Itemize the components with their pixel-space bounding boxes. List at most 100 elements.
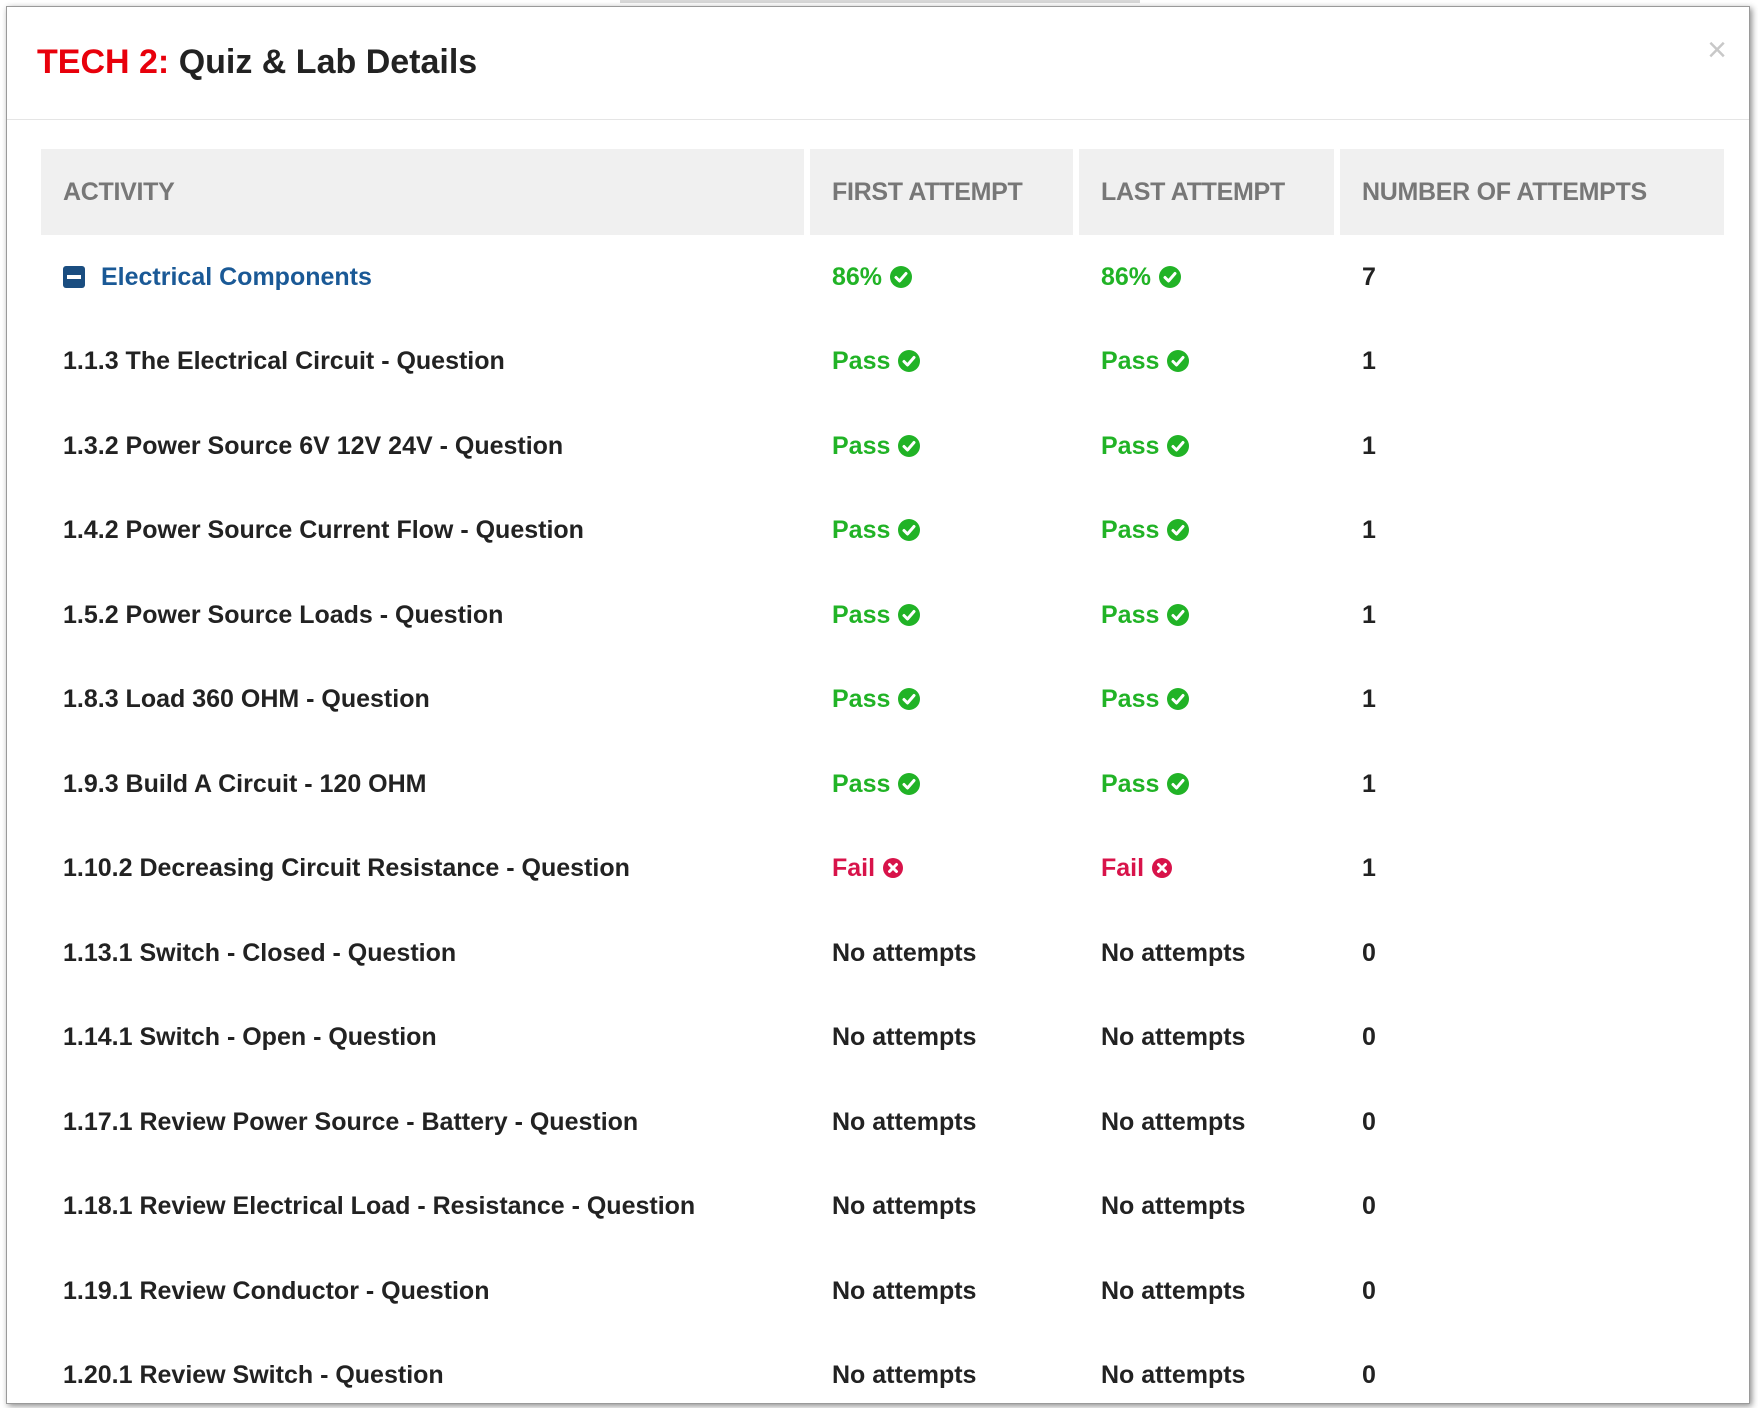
backdrop-shade bbox=[620, 0, 1140, 3]
attempt-count: 1 bbox=[1362, 769, 1376, 798]
group-toggle[interactable]: Electrical Components bbox=[41, 235, 810, 320]
first-attempt-status: Pass bbox=[832, 431, 891, 460]
first-attempt-cell: Pass bbox=[810, 489, 1079, 574]
modal-title-text: Quiz & Lab Details bbox=[178, 43, 478, 81]
check-circle-icon bbox=[1167, 350, 1190, 373]
check-circle-icon bbox=[1167, 519, 1190, 542]
last-attempt-cell: Fail bbox=[1079, 827, 1340, 912]
first-attempt-cell: Pass bbox=[810, 658, 1079, 743]
first-attempt-status: Pass bbox=[832, 347, 891, 376]
last-attempt-cell: No attempts bbox=[1079, 1249, 1340, 1334]
attempt-count: 0 bbox=[1362, 1361, 1376, 1390]
table-row: 1.19.1 Review Conductor - Question No att… bbox=[41, 1249, 1724, 1334]
last-attempt-cell: Pass bbox=[1079, 489, 1340, 574]
last-attempt-status: No attempts bbox=[1101, 1023, 1246, 1052]
table-row: 1.18.1 Review Electrical Load - Resistan… bbox=[41, 1165, 1724, 1250]
first-attempt-status: No attempts bbox=[832, 1107, 977, 1136]
first-attempt-cell: No attempts bbox=[810, 1080, 1079, 1165]
last-attempt-cell: No attempts bbox=[1079, 1334, 1340, 1404]
activity-name: 1.9.3 Build A Circuit - 120 OHM bbox=[63, 769, 427, 798]
group-last-score: 86% bbox=[1101, 262, 1152, 291]
attempt-count: 1 bbox=[1362, 431, 1376, 460]
last-attempt-cell: Pass bbox=[1079, 404, 1340, 489]
last-attempt-cell: Pass bbox=[1079, 742, 1340, 827]
last-attempt-status: No attempts bbox=[1101, 1361, 1246, 1390]
close-icon[interactable]: × bbox=[1707, 33, 1727, 67]
activity-name: 1.8.3 Load 360 OHM - Question bbox=[63, 685, 430, 714]
last-attempt-cell: No attempts bbox=[1079, 1165, 1340, 1250]
check-circle-icon bbox=[1159, 265, 1182, 288]
last-attempt-cell: Pass bbox=[1079, 658, 1340, 743]
activity-name: 1.3.2 Power Source 6V 12V 24V - Question bbox=[63, 431, 564, 460]
x-circle-icon bbox=[1152, 858, 1173, 879]
activity-name: 1.5.2 Power Source Loads - Question bbox=[63, 600, 504, 629]
table-row: 1.14.1 Switch - Open - Question No attemp… bbox=[41, 996, 1724, 1081]
table-row: 1.3.2 Power Source 6V 12V 24V - Question… bbox=[41, 404, 1724, 489]
last-attempt-status: No attempts bbox=[1101, 1107, 1246, 1136]
modal-header: TECH 2: Quiz & Lab Details × bbox=[7, 7, 1749, 120]
activity-name: 1.10.2 Decreasing Circuit Resistance - Q… bbox=[63, 854, 630, 883]
table-row: 1.5.2 Power Source Loads - Question Pass P… bbox=[41, 573, 1724, 658]
last-attempt-cell: Pass bbox=[1079, 573, 1340, 658]
activity-name: 1.18.1 Review Electrical Load - Resistan… bbox=[63, 1192, 696, 1221]
check-circle-icon bbox=[898, 688, 921, 711]
group-name[interactable]: Electrical Components bbox=[101, 263, 372, 291]
column-header-activity: ACTIVITY bbox=[41, 149, 810, 235]
table-row: 1.17.1 Review Power Source - Battery - Q… bbox=[41, 1080, 1724, 1165]
table-row: 1.10.2 Decreasing Circuit Resistance - Q… bbox=[41, 827, 1724, 912]
first-attempt-cell: Pass bbox=[810, 320, 1079, 405]
check-circle-icon bbox=[890, 265, 913, 288]
first-attempt-status: Pass bbox=[832, 685, 891, 714]
last-attempt-status: Fail bbox=[1101, 854, 1145, 883]
modal-title: TECH 2: Quiz & Lab Details bbox=[37, 43, 477, 82]
group-first-attempt: 86% bbox=[810, 235, 1079, 320]
first-attempt-status: No attempts bbox=[832, 1192, 977, 1221]
column-header-number-of-attempts: NUMBER OF ATTEMPTS bbox=[1340, 149, 1724, 235]
activity-name: 1.14.1 Switch - Open - Question bbox=[63, 1023, 437, 1052]
attempt-count: 1 bbox=[1362, 685, 1376, 714]
first-attempt-cell: No attempts bbox=[810, 1334, 1079, 1404]
quiz-lab-details-modal: TECH 2: Quiz & Lab Details × ACTIVITY FI… bbox=[6, 6, 1750, 1404]
last-attempt-cell: No attempts bbox=[1079, 1080, 1340, 1165]
last-attempt-cell: No attempts bbox=[1079, 911, 1340, 996]
first-attempt-cell: Pass bbox=[810, 573, 1079, 658]
last-attempt-status: Pass bbox=[1101, 685, 1160, 714]
activity-name: 1.4.2 Power Source Current Flow - Questi… bbox=[63, 516, 584, 545]
first-attempt-status: No attempts bbox=[832, 1361, 977, 1390]
activity-name: 1.13.1 Switch - Closed - Question bbox=[63, 938, 457, 967]
last-attempt-cell: No attempts bbox=[1079, 996, 1340, 1081]
first-attempt-status: No attempts bbox=[832, 1023, 977, 1052]
first-attempt-cell: No attempts bbox=[810, 996, 1079, 1081]
group-row: Electrical Components 86% 86% 7 bbox=[41, 235, 1724, 320]
first-attempt-cell: Pass bbox=[810, 742, 1079, 827]
group-attempt-count: 7 bbox=[1362, 262, 1376, 291]
table-row: 1.20.1 Review Switch - Question No attemp… bbox=[41, 1334, 1724, 1404]
modal-title-prefix: TECH 2: bbox=[37, 43, 170, 81]
attempt-count: 0 bbox=[1362, 938, 1376, 967]
first-attempt-cell: Pass bbox=[810, 404, 1079, 489]
check-circle-icon bbox=[898, 434, 921, 457]
check-circle-icon bbox=[1167, 603, 1190, 626]
check-circle-icon bbox=[1167, 772, 1190, 795]
group-last-attempt: 86% bbox=[1079, 235, 1340, 320]
last-attempt-status: Pass bbox=[1101, 769, 1160, 798]
attempt-count: 0 bbox=[1362, 1192, 1376, 1221]
attempt-count: 0 bbox=[1362, 1107, 1376, 1136]
check-circle-icon bbox=[1167, 434, 1190, 457]
minus-square-icon[interactable] bbox=[63, 265, 85, 288]
details-table: ACTIVITY FIRST ATTEMPT LAST ATTEMPT NUMB… bbox=[41, 149, 1724, 1404]
last-attempt-status: No attempts bbox=[1101, 1192, 1246, 1221]
first-attempt-cell: Fail bbox=[810, 827, 1079, 912]
first-attempt-cell: No attempts bbox=[810, 1165, 1079, 1250]
table-row: 1.4.2 Power Source Current Flow - Questi… bbox=[41, 489, 1724, 574]
activity-name: 1.1.3 The Electrical Circuit - Question bbox=[63, 347, 505, 376]
last-attempt-cell: Pass bbox=[1079, 320, 1340, 405]
attempt-count: 1 bbox=[1362, 854, 1376, 883]
first-attempt-cell: No attempts bbox=[810, 1249, 1079, 1334]
first-attempt-status: No attempts bbox=[832, 1276, 977, 1305]
table-header-row: ACTIVITY FIRST ATTEMPT LAST ATTEMPT NUMB… bbox=[41, 149, 1724, 235]
column-header-first-attempt: FIRST ATTEMPT bbox=[810, 149, 1079, 235]
first-attempt-status: Fail bbox=[832, 854, 876, 883]
last-attempt-status: Pass bbox=[1101, 347, 1160, 376]
check-circle-icon bbox=[898, 772, 921, 795]
